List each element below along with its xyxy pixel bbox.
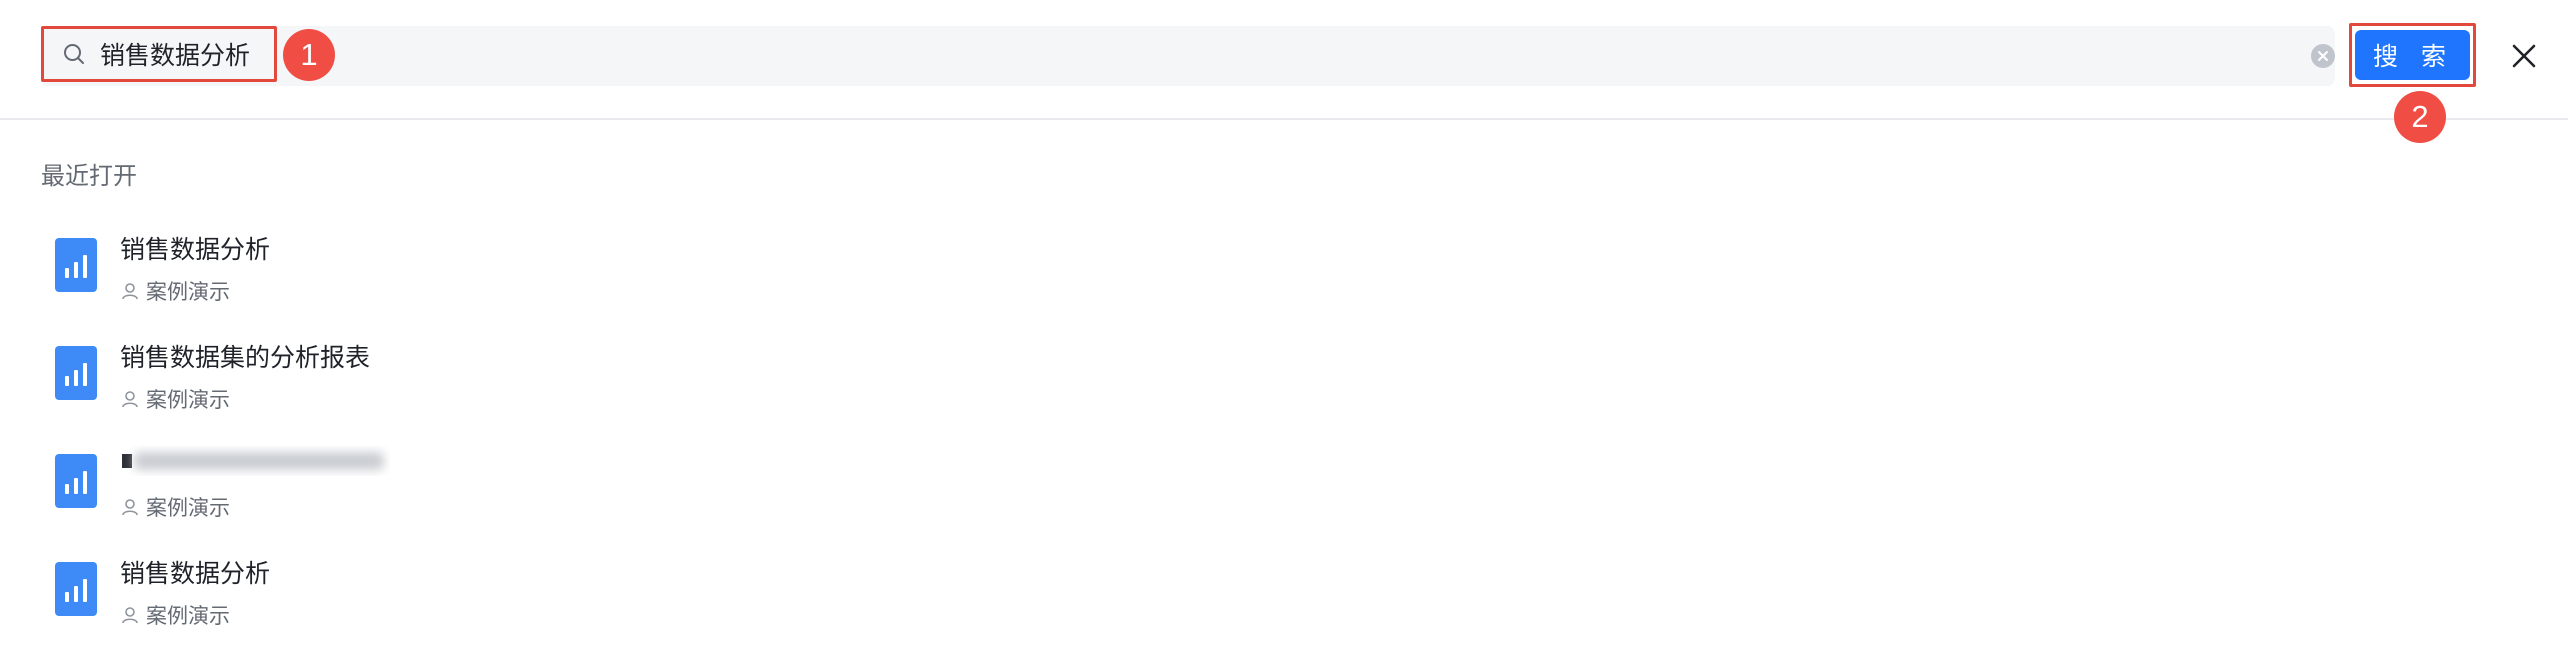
search-bar[interactable] (41, 26, 2335, 86)
search-header: 销售数据分析 1 搜 索 (0, 0, 2568, 120)
step-badge-2: 2 (2394, 91, 2446, 143)
recent-section-title: 最近打开 (41, 162, 137, 190)
person-icon (120, 605, 140, 625)
chart-file-icon (55, 562, 97, 616)
item-title: 销售数据集的分析报表 (120, 343, 371, 372)
person-icon (120, 281, 140, 301)
search-button-highlight: 搜 索 (2349, 23, 2476, 87)
clear-icon[interactable] (2311, 44, 2335, 68)
person-icon (120, 389, 140, 409)
list-item[interactable]: 销售数据分析 案例演示 (0, 542, 800, 642)
list-item[interactable]: 案例演示 (0, 434, 800, 534)
search-button[interactable]: 搜 索 (2355, 30, 2470, 80)
item-owner: 案例演示 (120, 276, 230, 306)
item-owner-name: 案例演示 (146, 388, 230, 412)
chart-file-icon (55, 454, 97, 508)
chart-file-icon (55, 346, 97, 400)
item-title-blurred (120, 446, 390, 482)
search-field[interactable]: 销售数据分析 (41, 26, 277, 82)
item-owner: 案例演示 (120, 492, 230, 522)
close-icon[interactable] (2508, 40, 2540, 72)
item-owner-name: 案例演示 (146, 280, 230, 304)
item-owner: 案例演示 (120, 600, 230, 630)
chart-file-icon (55, 238, 97, 292)
step-badge-1: 1 (283, 29, 335, 81)
list-item[interactable]: 销售数据集的分析报表 案例演示 (0, 326, 800, 426)
list-item[interactable]: 销售数据分析 案例演示 (0, 218, 800, 318)
search-input[interactable]: 销售数据分析 (100, 36, 250, 72)
item-title: 销售数据分析 (120, 235, 271, 264)
item-owner-name: 案例演示 (146, 604, 230, 628)
item-owner: 案例演示 (120, 384, 230, 414)
search-icon (61, 41, 87, 67)
item-title: 销售数据分析 (120, 559, 271, 588)
person-icon (120, 497, 140, 517)
item-owner-name: 案例演示 (146, 496, 230, 520)
